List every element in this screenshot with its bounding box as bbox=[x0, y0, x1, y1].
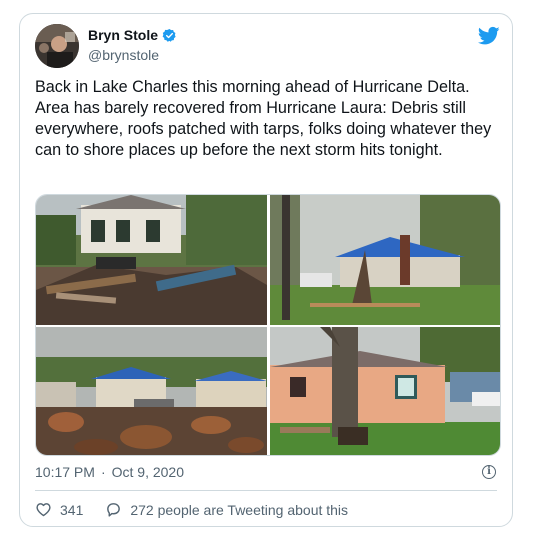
photo-stumps-street[interactable] bbox=[36, 327, 267, 455]
photo-tarp-house[interactable] bbox=[270, 195, 500, 325]
conversation-link[interactable]: 272 people are Tweeting about this bbox=[105, 501, 348, 518]
verified-badge-icon bbox=[162, 28, 176, 42]
comment-icon bbox=[107, 503, 121, 517]
info-icon[interactable]: i bbox=[482, 465, 496, 479]
heart-icon bbox=[36, 503, 51, 517]
tweet-card: Bryn Stole @brynstole Back in Lake Charl… bbox=[19, 13, 513, 527]
author-name[interactable]: Bryn Stole bbox=[88, 27, 158, 43]
tweet-timestamp[interactable]: 10:17 PM · Oct 9, 2020 bbox=[35, 464, 184, 480]
twitter-bird-icon[interactable] bbox=[478, 26, 500, 46]
tweet-actions: 341 272 people are Tweeting about this bbox=[35, 501, 370, 518]
tweet-time[interactable]: 10:17 PM bbox=[35, 464, 95, 480]
photo-debris-house[interactable] bbox=[36, 195, 267, 325]
like-button[interactable]: 341 bbox=[35, 501, 83, 518]
divider bbox=[35, 490, 497, 491]
tweet-media-grid bbox=[35, 194, 501, 456]
author-handle[interactable]: @brynstole bbox=[88, 47, 159, 63]
photo-pink-house-tree[interactable] bbox=[270, 327, 500, 455]
timestamp-separator: · bbox=[100, 464, 106, 480]
like-count: 341 bbox=[60, 501, 84, 518]
tweet-text: Back in Lake Charles this morning ahead … bbox=[35, 78, 492, 159]
author-name-row[interactable]: Bryn Stole bbox=[88, 27, 177, 43]
tweet-date[interactable]: Oct 9, 2020 bbox=[112, 464, 184, 480]
conversation-text[interactable]: 272 people are Tweeting about this bbox=[130, 502, 348, 518]
avatar[interactable] bbox=[35, 24, 79, 68]
